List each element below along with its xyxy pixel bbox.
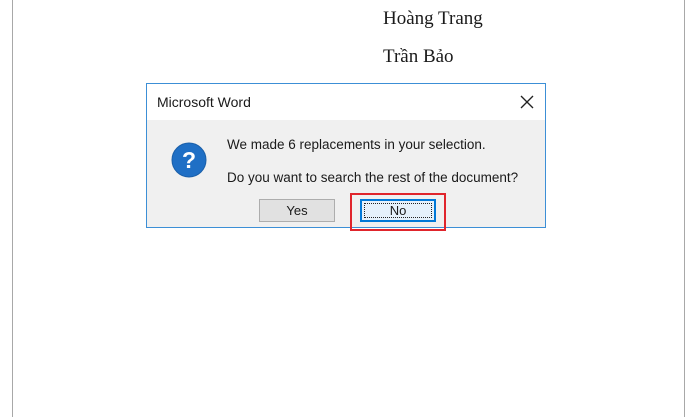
no-button-label: No [389,203,407,218]
yes-button-label: Yes [286,203,308,218]
page-edge-right [684,0,685,417]
close-button[interactable] [509,84,545,120]
document-text-line[interactable]: Trần Bảo [383,46,454,68]
question-icon: ? [171,142,207,178]
yes-button[interactable]: Yes [259,199,335,222]
dialog-message-line-1: We made 6 replacements in your selection… [227,137,486,152]
microsoft-word-dialog: Microsoft Word ? We made 6 replacements … [146,83,546,228]
dialog-message-line-2: Do you want to search the rest of the do… [227,170,519,185]
document-text-line[interactable]: Hoàng Trang [383,8,483,30]
svg-text:?: ? [182,147,196,173]
dialog-title-bar[interactable]: Microsoft Word [147,84,545,120]
dialog-body: ? We made 6 replacements in your selecti… [147,120,545,227]
page-edge-left [12,0,13,417]
close-icon [520,95,534,109]
no-button[interactable]: No [360,199,436,222]
dialog-title: Microsoft Word [157,94,251,110]
